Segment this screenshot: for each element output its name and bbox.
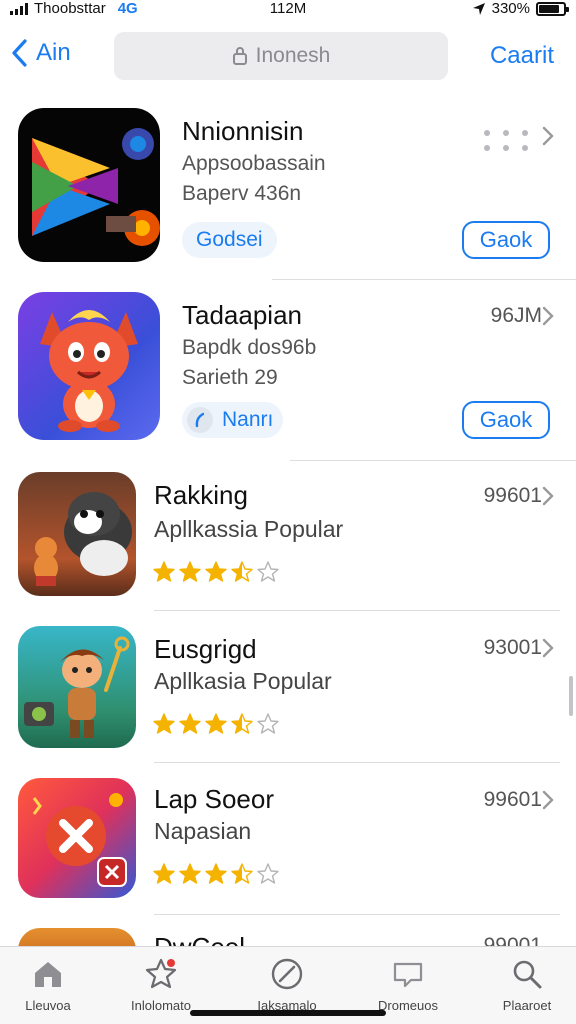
separator bbox=[154, 914, 560, 915]
app-size: 99601 bbox=[483, 484, 542, 507]
app-title[interactable]: Lap Soeor bbox=[154, 784, 274, 815]
get-button[interactable]: Gaok bbox=[462, 401, 550, 439]
star-icon bbox=[205, 713, 227, 734]
back-label: Ain bbox=[36, 39, 71, 66]
more-dots-icon[interactable] bbox=[484, 130, 528, 151]
get-button[interactable]: Gaok bbox=[462, 221, 550, 259]
app-title[interactable]: Rakking bbox=[154, 480, 248, 511]
star-icon bbox=[153, 713, 175, 734]
chat-icon bbox=[393, 962, 423, 988]
app-title[interactable]: Tadaapian bbox=[182, 300, 302, 331]
home-icon bbox=[35, 962, 61, 987]
app-subtitle: Bapdk dos96b bbox=[182, 336, 317, 359]
app-size: 99601 bbox=[483, 788, 542, 811]
separator bbox=[154, 610, 560, 611]
star-icon bbox=[257, 863, 279, 884]
star-icon bbox=[231, 713, 253, 734]
star-icon bbox=[153, 561, 175, 582]
search-placeholder: Inonesh bbox=[255, 44, 331, 67]
app-size: 93001 bbox=[483, 636, 542, 659]
app-icon-rakking[interactable] bbox=[18, 472, 136, 596]
app-tag-label: Nanrı bbox=[222, 408, 274, 431]
back-button[interactable]: Ain bbox=[10, 38, 71, 68]
chevron-right-icon[interactable] bbox=[542, 638, 554, 658]
star-icon bbox=[205, 863, 227, 884]
star-icon bbox=[257, 713, 279, 734]
app-title[interactable]: Nnionnisin bbox=[182, 116, 303, 147]
rating-stars bbox=[152, 862, 280, 886]
fox-mascot-icon bbox=[40, 310, 138, 432]
app-icon-tadaapian[interactable] bbox=[18, 292, 160, 440]
close-game-icon bbox=[32, 793, 127, 887]
play-logo-icon bbox=[32, 128, 160, 246]
rating-stars bbox=[152, 712, 280, 736]
app-icon-eusgrigd[interactable] bbox=[18, 626, 136, 748]
rating-stars bbox=[152, 560, 280, 584]
tab-featured[interactable]: Inlolomato bbox=[106, 957, 216, 1015]
app-size: 96JM bbox=[490, 304, 542, 327]
battery-percent: 330% bbox=[491, 0, 530, 17]
tab-search[interactable]: Plaaroet bbox=[472, 957, 576, 1015]
star-icon bbox=[153, 863, 175, 884]
status-right: 330% bbox=[472, 0, 569, 17]
chevron-right-icon[interactable] bbox=[542, 790, 554, 810]
refresh-icon bbox=[187, 407, 213, 433]
star-icon bbox=[205, 561, 227, 582]
star-icon bbox=[231, 863, 253, 884]
app-tag[interactable]: Nanrı bbox=[182, 402, 284, 438]
lock-icon bbox=[232, 47, 247, 65]
location-arrow-icon bbox=[472, 2, 485, 15]
app-tag[interactable]: Godsei bbox=[182, 222, 277, 258]
star-icon bbox=[179, 561, 201, 582]
app-icon-lap-soeor[interactable] bbox=[18, 778, 136, 898]
tab-label: Inlolomato bbox=[131, 998, 191, 1013]
star-icon bbox=[231, 561, 253, 582]
app-subtitle: Napasian bbox=[154, 818, 252, 844]
app-icon-nnionnisin[interactable] bbox=[18, 108, 160, 262]
separator bbox=[290, 460, 576, 461]
tab-explore[interactable]: Iaksamalo bbox=[232, 957, 342, 1015]
chevron-right-icon[interactable] bbox=[542, 126, 554, 146]
adventure-character-icon bbox=[24, 636, 130, 738]
star-icon bbox=[179, 713, 201, 734]
penguin-character-icon bbox=[34, 492, 132, 586]
app-subtitle: Appsoobassain bbox=[182, 152, 326, 175]
nav-bar: Ain Inonesh Caarit bbox=[0, 30, 576, 82]
star-icon bbox=[179, 863, 201, 884]
app-title[interactable]: Eusgrigd bbox=[154, 634, 257, 665]
app-meta: Sarieth 29 bbox=[182, 366, 278, 389]
chevron-left-icon bbox=[12, 39, 27, 67]
star-icon bbox=[257, 561, 279, 582]
home-indicator[interactable] bbox=[190, 1010, 386, 1016]
app-subtitle: Apllkasia Popular bbox=[154, 668, 332, 694]
battery-fill bbox=[539, 4, 560, 13]
tab-messages[interactable]: Dromeuos bbox=[353, 957, 463, 1015]
separator bbox=[272, 279, 576, 280]
tab-label: Plaaroet bbox=[502, 998, 552, 1013]
separator bbox=[154, 762, 560, 763]
app-meta: Baperv 436n bbox=[182, 182, 302, 205]
tab-home[interactable]: Lleuvoa bbox=[0, 957, 103, 1015]
search-field[interactable]: Inonesh bbox=[114, 32, 448, 80]
compass-icon bbox=[271, 958, 303, 990]
app-tag-label: Godsei bbox=[196, 228, 263, 251]
chevron-right-icon[interactable] bbox=[542, 486, 554, 506]
search-icon bbox=[513, 960, 542, 989]
tab-label: Dromeuos bbox=[378, 998, 438, 1013]
chevron-right-icon[interactable] bbox=[542, 306, 554, 326]
cancel-button[interactable]: Caarit bbox=[490, 42, 554, 70]
scroll-indicator[interactable] bbox=[569, 676, 573, 716]
app-subtitle: Apllkassia Popular bbox=[154, 516, 344, 542]
tab-label: Lleuvoa bbox=[25, 998, 71, 1013]
star-badge-icon bbox=[145, 958, 177, 989]
battery-icon bbox=[536, 1, 569, 16]
status-bar: Thoobsttar 4G 112M 330% bbox=[0, 0, 576, 20]
